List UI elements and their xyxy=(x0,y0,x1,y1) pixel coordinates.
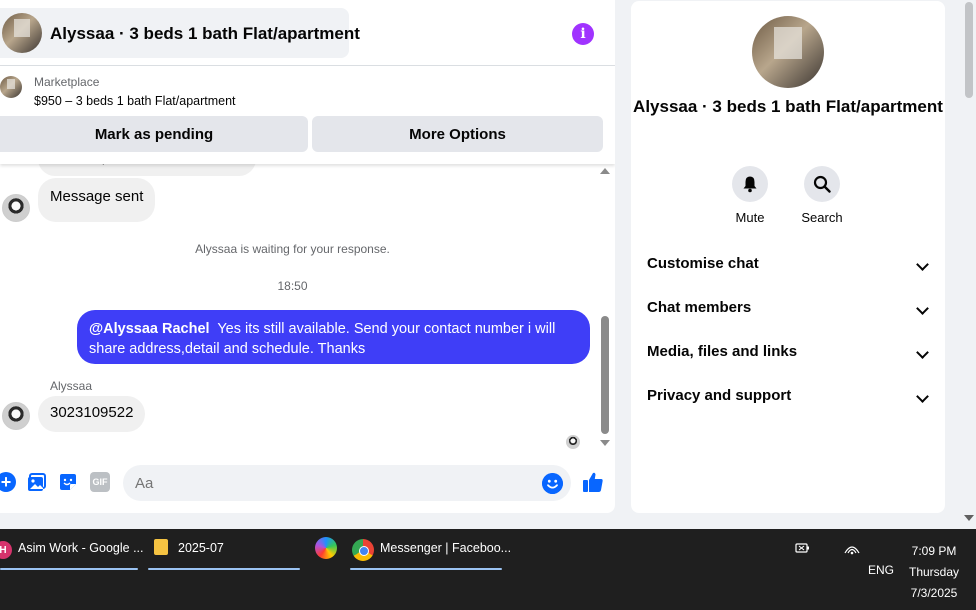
message-timestamp: 18:50 xyxy=(277,279,308,293)
chevron-down-icon xyxy=(916,346,929,359)
bell-icon xyxy=(732,166,768,202)
section-label: Privacy and support xyxy=(647,387,792,404)
scroll-up-arrow-icon[interactable] xyxy=(600,168,610,174)
photos-app-icon xyxy=(315,537,337,559)
chat-panel: Alyssaa · 3 beds 1 bath Flat/apartment i… xyxy=(0,0,615,513)
listing-thumbnail[interactable] xyxy=(0,76,22,98)
thumbs-up-icon[interactable] xyxy=(582,471,604,493)
page-scroll-thumb[interactable] xyxy=(965,2,973,98)
chat-title: Alyssaa · 3 beds 1 bath Flat/apartment xyxy=(50,24,360,43)
folder-icon xyxy=(154,539,168,555)
conversation-details-panel: Alyssaa · 3 beds 1 bath Flat/apartment M… xyxy=(631,1,945,513)
plus-icon[interactable]: + xyxy=(0,472,16,492)
mute-button[interactable]: Mute xyxy=(720,166,780,225)
section-customise-chat[interactable]: Customise chat xyxy=(647,255,929,279)
more-options-button[interactable]: More Options xyxy=(312,116,603,152)
chevron-down-icon xyxy=(916,302,929,315)
info-icon[interactable]: i xyxy=(572,23,594,45)
message-bubble-partial: Hi Swati, is this still available? xyxy=(38,164,256,176)
mark-as-pending-button[interactable]: Mark as pending xyxy=(0,116,308,152)
message-bubble-incoming: Message sent xyxy=(38,178,156,222)
taskbar-item-label: Asim Work - Google ... xyxy=(18,541,144,555)
wifi-icon[interactable] xyxy=(844,541,860,555)
battery-icon[interactable] xyxy=(793,541,811,555)
message-bubble-outgoing: @Alyssaa Rachel Yes its still available.… xyxy=(77,310,590,364)
search-label: Search xyxy=(801,210,843,225)
mute-label: Mute xyxy=(735,210,765,225)
emoji-icon[interactable] xyxy=(542,473,563,494)
seen-indicator-avatar xyxy=(566,435,580,449)
taskbar-item-folder[interactable]: 2025-07 xyxy=(148,537,300,570)
message-scrollbar[interactable] xyxy=(599,164,611,452)
waiting-status: Alyssaa is waiting for your response. xyxy=(195,242,390,256)
mention[interactable]: @Alyssaa Rachel xyxy=(89,321,210,337)
message-list: Hi Swati, is this still available? Messa… xyxy=(0,164,615,452)
taskbar-item-photos[interactable] xyxy=(312,537,340,569)
taskbar: H Asim Work - Google ... 2025-07 Messeng… xyxy=(0,529,976,610)
chat-header: Alyssaa · 3 beds 1 bath Flat/apartment i xyxy=(0,0,615,66)
scroll-thumb[interactable] xyxy=(601,316,609,434)
sender-avatar[interactable] xyxy=(2,402,30,430)
page-scrollbar[interactable] xyxy=(962,0,976,528)
clock-day: Thursday xyxy=(908,565,960,579)
listing-price-title[interactable]: $950 – 3 beds 1 bath Flat/apartment xyxy=(34,94,236,108)
scroll-down-arrow-icon[interactable] xyxy=(600,440,610,446)
message-bubble-incoming: 3023109522 xyxy=(38,396,146,432)
section-media-files-links[interactable]: Media, files and links xyxy=(647,343,929,367)
chevron-down-icon xyxy=(916,390,929,403)
message-input[interactable] xyxy=(123,465,571,501)
chat-title-button[interactable]: Alyssaa · 3 beds 1 bath Flat/apartment xyxy=(0,8,360,58)
scroll-down-arrow-icon[interactable] xyxy=(964,515,974,521)
clock-time: 7:09 PM xyxy=(911,544,957,558)
chrome-icon xyxy=(352,539,374,561)
taskbar-item-messenger[interactable]: Messenger | Faceboo... xyxy=(350,537,511,570)
listing-avatar xyxy=(2,13,42,53)
section-label: Media, files and links xyxy=(647,343,798,360)
details-title: Alyssaa · 3 beds 1 bath Flat/apartment xyxy=(633,97,943,116)
image-icon[interactable] xyxy=(27,472,47,492)
search-icon xyxy=(804,166,840,202)
active-indicator xyxy=(0,568,138,570)
section-privacy-support[interactable]: Privacy and support xyxy=(647,387,929,411)
message-composer: + GIF xyxy=(0,452,615,513)
section-label: Customise chat xyxy=(647,255,759,272)
gif-icon[interactable]: GIF xyxy=(90,472,110,492)
taskbar-item-chrome-work[interactable]: H Asim Work - Google ... xyxy=(0,537,144,570)
language-indicator[interactable]: ENG xyxy=(868,563,894,577)
active-indicator xyxy=(148,568,300,570)
section-chat-members[interactable]: Chat members xyxy=(647,299,929,323)
marketplace-banner: Marketplace $950 – 3 beds 1 bath Flat/ap… xyxy=(0,66,615,164)
clock[interactable]: 7:09 PM Thursday 7/3/2025 xyxy=(904,541,964,604)
marketplace-label: Marketplace xyxy=(34,75,100,89)
sender-name: Alyssaa xyxy=(50,379,93,393)
section-label: Chat members xyxy=(647,299,752,316)
chevron-down-icon xyxy=(916,258,929,271)
listing-profile-photo[interactable] xyxy=(752,16,824,88)
sticker-icon[interactable] xyxy=(58,472,78,492)
search-button[interactable]: Search xyxy=(792,166,852,225)
active-indicator xyxy=(350,568,502,570)
profile-badge-icon: H xyxy=(0,541,12,559)
clock-date: 7/3/2025 xyxy=(910,586,958,600)
taskbar-item-label: Messenger | Faceboo... xyxy=(380,541,512,555)
sender-avatar[interactable] xyxy=(2,194,30,222)
taskbar-item-label: 2025-07 xyxy=(178,541,224,555)
